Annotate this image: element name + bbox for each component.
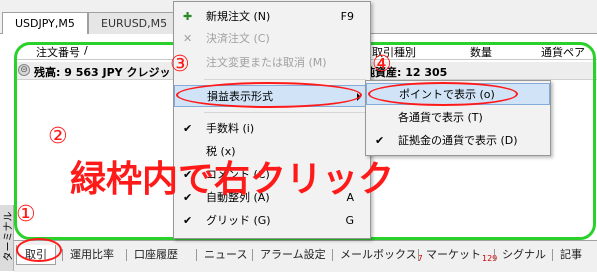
terminal-vertical-title: ターミナル: [0, 205, 15, 271]
menu-item-label: 注文変更または取消 (M): [206, 56, 327, 69]
terminal-title-label: ターミナル: [3, 211, 15, 262]
tab-label: 運用比率: [70, 248, 114, 261]
annotation-step-2: ②: [48, 124, 68, 149]
tab-divider: [252, 249, 253, 261]
tab-trade[interactable]: 取引: [16, 245, 56, 265]
menu-item-commission[interactable]: ✔ 手数料 (i): [174, 118, 370, 140]
tab-label: アラーム設定: [260, 248, 326, 261]
submenu-arrow-icon: [357, 93, 361, 101]
menu-item-label: 新規注文 (N): [206, 10, 271, 23]
tab-divider: [196, 249, 197, 261]
tab-label: シグナル: [502, 248, 546, 261]
tab-news[interactable]: ニュース: [204, 245, 247, 265]
tab-exposure[interactable]: 運用比率: [70, 245, 114, 265]
annotation-step-4: ④: [372, 52, 392, 77]
balance-text: 残高: 9 563 JPY クレジット: [34, 66, 182, 79]
balance-icon: ⊝: [18, 64, 30, 76]
chart-tab-usdjpy[interactable]: USDJPY,M5: [2, 12, 88, 35]
tab-label: ニュース: [204, 248, 248, 261]
menu-item-profit-display[interactable]: 損益表示形式: [174, 85, 370, 107]
annotation-step-1: ①: [16, 202, 36, 227]
tab-divider: [418, 249, 419, 261]
menu-item-shortcut: F9: [340, 10, 354, 23]
chart-tab-label: EURUSD,M5: [101, 17, 168, 30]
tab-label: 口座履歴: [134, 248, 178, 261]
tab-divider: [552, 249, 553, 261]
tab-divider: [332, 249, 333, 261]
chart-tab-eurusd[interactable]: EURUSD,M5: [88, 12, 178, 34]
annotation-step-3: ③: [170, 52, 190, 77]
tab-divider: [126, 249, 127, 261]
col-order-number[interactable]: 注文番号: [36, 44, 80, 60]
profit-display-submenu: ポイントで表示 (o) 各通貨で表示 (T) ✔ 証拠金の通貨で表示 (D): [365, 80, 551, 156]
submenu-item-margin-currency[interactable]: ✔ 証拠金の通貨で表示 (D): [366, 130, 550, 152]
tab-label: マーケット: [426, 248, 481, 261]
menu-item-label: 損益表示形式: [207, 90, 273, 103]
menu-item-grid[interactable]: ✔ グリッド (G) G: [174, 210, 370, 232]
col-currency-pair[interactable]: 通貨ペア: [541, 44, 585, 60]
tab-divider: [62, 249, 63, 261]
tab-label: 取引: [25, 248, 47, 261]
menu-item-label: 決済注文 (C): [206, 32, 270, 45]
tab-account-history[interactable]: 口座履歴: [134, 245, 178, 265]
menu-divider: [204, 112, 366, 113]
tab-divider: [494, 249, 495, 261]
submenu-item-points[interactable]: ポイントで表示 (o): [366, 83, 550, 105]
terminal-bottom-tabs: 取引 運用比率 口座履歴 ニュース アラーム設定 メールボックス7 マーケット1…: [14, 240, 597, 272]
sort-indicator: /: [84, 44, 88, 57]
checkmark-icon: ✔: [183, 122, 193, 135]
menu-item-label: ポイントで表示 (o): [399, 88, 495, 101]
tab-market[interactable]: マーケット129: [426, 245, 497, 265]
annotation-instruction: 緑枠内で右クリック: [70, 159, 395, 200]
menu-item-label: 各通貨で表示 (T): [398, 111, 483, 124]
checkmark-icon: ✔: [375, 134, 385, 147]
menu-item-label: 証拠金の通貨で表示 (D): [398, 134, 518, 147]
tab-label: 記事: [560, 248, 582, 261]
menu-item-label: 手数料 (i): [206, 122, 255, 135]
menu-item-close-order: ✕ 決済注文 (C): [174, 28, 370, 50]
menu-item-new-order[interactable]: ✚ 新規注文 (N) F9: [174, 6, 370, 28]
col-volume[interactable]: 数量: [470, 44, 492, 60]
menu-divider: [204, 79, 366, 80]
tab-label: メールボックス: [340, 248, 417, 261]
submenu-item-currency[interactable]: 各通貨で表示 (T): [366, 107, 550, 129]
checkmark-icon: ✔: [183, 214, 193, 227]
close-order-icon: ✕: [183, 32, 193, 45]
tab-alerts[interactable]: アラーム設定: [260, 245, 326, 265]
tab-mailbox[interactable]: メールボックス7: [340, 245, 423, 265]
menu-item-modify-order: 注文変更または取消 (M): [174, 52, 370, 74]
new-order-icon: ✚: [183, 10, 193, 23]
menu-item-label: グリッド (G): [206, 214, 271, 227]
tab-articles[interactable]: 記事: [560, 245, 582, 265]
menu-item-shortcut: G: [345, 214, 354, 227]
chart-tab-label: USDJPY,M5: [15, 17, 75, 30]
context-menu: ✚ 新規注文 (N) F9 ✕ 決済注文 (C) 注文変更または取消 (M) 損…: [173, 1, 371, 239]
tab-signals[interactable]: シグナル: [502, 245, 546, 265]
